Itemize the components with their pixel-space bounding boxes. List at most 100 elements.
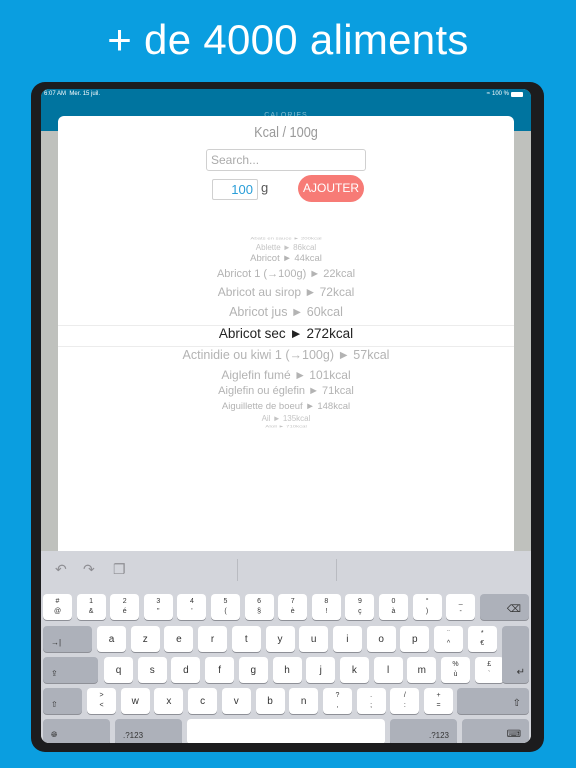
key-t[interactable]: t xyxy=(231,626,261,652)
key-label: f xyxy=(218,664,221,676)
key-w[interactable]: w xyxy=(120,688,150,714)
picker-item[interactable]: Abricot jus ► 60kcal xyxy=(58,305,514,319)
key-r[interactable]: r xyxy=(198,626,228,652)
key-ç[interactable]: 9ç xyxy=(345,594,375,620)
key-n[interactable]: n xyxy=(289,688,319,714)
picker-item[interactable]: Aiguillette de boeuf ► 148kcal xyxy=(58,401,514,412)
key-s[interactable]: s xyxy=(137,657,167,683)
key-alt-label: ° xyxy=(425,598,429,605)
key-g[interactable]: g xyxy=(238,657,268,683)
key-€[interactable]: * € xyxy=(467,626,497,652)
key-main-label: ç xyxy=(358,608,362,615)
key-`[interactable]: £ ` xyxy=(474,657,504,683)
key-è[interactable]: 7è xyxy=(278,594,308,620)
key-label: o xyxy=(378,633,384,645)
key-alt-label: 7 xyxy=(290,598,295,605)
key-![interactable]: 8! xyxy=(311,594,341,620)
key-v[interactable]: v xyxy=(221,688,251,714)
key-^[interactable]: ¨ ^ xyxy=(434,626,463,652)
key-"[interactable]: 3 " xyxy=(143,594,173,620)
key-main-label: à xyxy=(391,608,396,615)
key-label: y xyxy=(277,633,283,645)
key-label: s xyxy=(149,664,155,676)
key-alt-label: . xyxy=(370,692,373,699)
key-label: w xyxy=(131,695,139,707)
picker-item[interactable]: Abats en sauce ► 200kcal xyxy=(58,238,514,242)
key-l[interactable]: l xyxy=(373,657,403,683)
key-@[interactable]: # @ xyxy=(43,594,72,620)
key-z[interactable]: z xyxy=(130,626,160,652)
picker-item[interactable]: Abricot au sirop ► 72kcal xyxy=(58,285,514,299)
key-o[interactable]: o xyxy=(366,626,396,652)
key-main-label: " xyxy=(157,608,160,615)
key-y[interactable]: y xyxy=(265,626,295,652)
picker-item-selected[interactable]: Abricot sec ► 272kcal xyxy=(58,326,514,341)
key-c[interactable]: c xyxy=(188,688,218,714)
key-k[interactable]: k xyxy=(339,657,369,683)
key-alt-label: 2 xyxy=(122,598,127,605)
picker-item[interactable]: Ablette ► 86kcal xyxy=(58,243,514,252)
key-q[interactable]: q xyxy=(104,657,133,683)
paste-icon[interactable]: ❐ xyxy=(113,561,126,578)
caps-lock-key[interactable]: ⇪ xyxy=(43,657,98,683)
picker-item[interactable]: Ail ► 135kcal xyxy=(58,414,514,423)
key-f[interactable]: f xyxy=(205,657,235,683)
picker-item[interactable]: Aiglefin fumé ► 101kcal xyxy=(58,368,514,382)
key-m[interactable]: m xyxy=(407,657,437,683)
key-alt-label: 4 xyxy=(189,598,194,605)
key-é[interactable]: 2é xyxy=(110,594,140,620)
key-à[interactable]: 0à xyxy=(379,594,408,620)
numbers-key-right[interactable]: .?123 xyxy=(390,719,457,743)
key-;[interactable]: .; xyxy=(356,688,386,714)
picker-item[interactable]: Actinidie ou kiwi 1 (→100g) ► 57kcal xyxy=(58,348,514,362)
shift-left-key[interactable]: ⇧ xyxy=(43,688,82,714)
food-picker-wheel[interactable]: Abats en sauce ► 200kcal Ablette ► 86kcal… xyxy=(58,116,514,556)
key-ù[interactable]: % ù xyxy=(441,657,470,683)
key-alt-label: 1 xyxy=(89,598,94,605)
key-<[interactable]: > < xyxy=(87,688,116,714)
key-'[interactable]: 4 ' xyxy=(177,594,207,620)
picker-item[interactable]: Aiglefin ou églefin ► 71kcal xyxy=(58,385,514,397)
return-key[interactable]: ↵ xyxy=(502,626,529,683)
numbers-key-left[interactable]: .?123 xyxy=(115,719,182,743)
picker-item[interactable]: Aïoli ► 710kcal xyxy=(58,426,514,430)
dismiss-keyboard-key[interactable]: ⌨ xyxy=(462,719,529,743)
key-a[interactable]: a xyxy=(97,626,126,652)
key-d[interactable]: d xyxy=(171,657,201,683)
key-)[interactable]: °) xyxy=(412,594,442,620)
picker-item[interactable]: Abricot ► 44kcal xyxy=(58,253,514,264)
status-time-date: 6:07 AM Mer. 15 juil. xyxy=(44,89,100,99)
undo-icon[interactable]: ↶ xyxy=(55,561,67,578)
key-:[interactable]: /: xyxy=(390,688,420,714)
key--[interactable]: _ - xyxy=(446,594,476,620)
key-i[interactable]: i xyxy=(332,626,362,652)
key-j[interactable]: j xyxy=(306,657,336,683)
key-u[interactable]: u xyxy=(299,626,329,652)
key-main-label: ' xyxy=(191,608,193,615)
headline: + de 4000 aliments xyxy=(107,16,469,63)
key-label: z xyxy=(142,633,148,645)
key-,[interactable]: ?, xyxy=(322,688,352,714)
key-h[interactable]: h xyxy=(272,657,302,683)
space-key[interactable] xyxy=(187,719,385,743)
key-p[interactable]: p xyxy=(400,626,430,652)
key-b[interactable]: b xyxy=(255,688,285,714)
key-=[interactable]: + = xyxy=(424,688,453,714)
key-e[interactable]: e xyxy=(164,626,194,652)
redo-icon[interactable]: ↷ xyxy=(83,561,95,578)
key-alt-label: # xyxy=(55,598,60,605)
key-main-label: : xyxy=(403,702,406,709)
key-&[interactable]: 1 & xyxy=(76,594,106,620)
key-x[interactable]: x xyxy=(154,688,184,714)
tab-key[interactable]: →| xyxy=(43,626,92,652)
key-alt-label: ¨ xyxy=(447,630,450,637)
shift-right-key[interactable]: ⇧ xyxy=(457,688,529,714)
backspace-icon: ⌫ xyxy=(506,604,521,615)
backspace-key[interactable]: ⌫ xyxy=(480,594,529,620)
picker-item[interactable]: Abricot 1 (→100g) ► 22kcal xyxy=(58,268,514,280)
globe-key[interactable]: 🌐︎ xyxy=(43,719,110,743)
key-main-label: & xyxy=(88,608,94,615)
key-§[interactable]: 6 § xyxy=(244,594,274,620)
key-([interactable]: 5( xyxy=(211,594,240,620)
numbers-label: .?123 xyxy=(428,731,449,740)
